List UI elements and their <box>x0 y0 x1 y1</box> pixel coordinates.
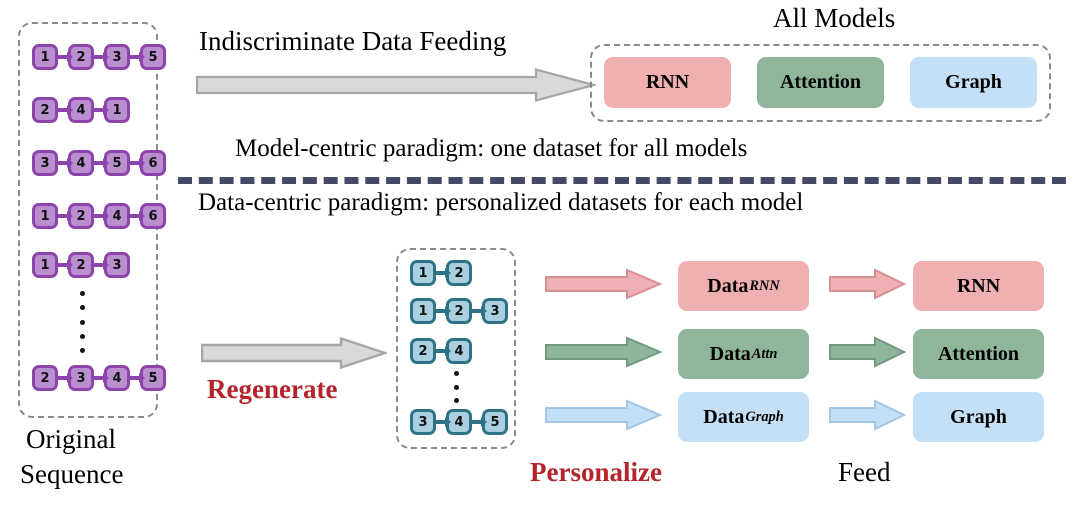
sequence-link-icon <box>58 108 68 112</box>
sequence-link-icon <box>472 420 482 424</box>
paradigm-divider <box>178 177 1066 184</box>
data-box-rnn[interactable]: Data RNN <box>678 261 809 311</box>
sequence-node: 1 <box>32 203 58 229</box>
regenerated-sequence-row: 2 4 <box>410 338 472 364</box>
sequence-link-icon <box>94 263 104 267</box>
original-sequence-row: 1 2 3 <box>32 252 130 278</box>
original-sequence-row: 1 2 3 5 <box>32 44 166 70</box>
sequence-link-icon <box>436 349 446 353</box>
sequence-node: 1 <box>410 260 436 286</box>
sequence-node: 2 <box>32 365 58 391</box>
data-box-subscript: Graph <box>745 408 784 425</box>
sequence-link-icon <box>94 55 104 59</box>
block-arrow-right-green-personalize-icon <box>545 336 662 368</box>
model-box-graph[interactable]: Graph <box>910 57 1037 108</box>
personalize-label: Personalize <box>530 457 662 487</box>
sequence-link-icon <box>94 161 104 165</box>
data-box-subscript: Attn <box>751 345 778 362</box>
data-centric-caption: Data-centric paradigm: personalized data… <box>198 189 804 216</box>
diagram-canvas: 1 2 3 5 2 4 1 3 4 5 6 1 2 4 6 1 2 3 2 3 … <box>0 0 1080 509</box>
sequence-node: 2 <box>32 97 58 123</box>
original-sequence-row: 2 3 4 5 <box>32 365 166 391</box>
sequence-link-icon <box>94 214 104 218</box>
feed-label: Feed <box>838 457 891 487</box>
block-arrow-right-blue-personalize-icon <box>545 399 662 431</box>
model-box-attention-bottom[interactable]: Attention <box>913 329 1044 379</box>
sequence-link-icon <box>130 161 140 165</box>
sequence-node: 3 <box>32 150 58 176</box>
sequence-node: 1 <box>32 252 58 278</box>
block-arrow-right-pink-feed-icon <box>829 268 906 300</box>
block-arrow-right-pink-personalize-icon <box>545 268 662 300</box>
all-models-title: All Models <box>773 3 896 33</box>
sequence-node: 1 <box>32 44 58 70</box>
sequence-link-icon <box>472 309 482 313</box>
data-box-graph[interactable]: Data Graph <box>678 392 809 442</box>
sequence-link-icon <box>58 263 68 267</box>
sequence-link-icon <box>94 108 104 112</box>
sequence-link-icon <box>130 376 140 380</box>
regenerated-sequence-row: 3 4 5 <box>410 409 508 435</box>
indiscriminate-feeding-label: Indiscriminate Data Feeding <box>199 26 507 56</box>
model-centric-caption: Model-centric paradigm: one dataset for … <box>235 135 748 162</box>
block-arrow-right-gray-icon <box>196 68 596 102</box>
sequence-link-icon <box>58 376 68 380</box>
vertical-ellipsis-icon <box>79 291 85 353</box>
original-sequence-row: 3 4 5 6 <box>32 150 166 176</box>
sequence-link-icon <box>130 55 140 59</box>
data-box-subscript: RNN <box>749 277 780 294</box>
original-sequence-caption-line2: Sequence <box>20 459 124 489</box>
data-box-label: Data <box>703 405 745 428</box>
sequence-link-icon <box>436 271 446 275</box>
sequence-link-icon <box>58 161 68 165</box>
block-arrow-right-gray-regenerate-icon <box>201 337 387 369</box>
data-box-label: Data <box>707 274 749 297</box>
sequence-link-icon <box>58 55 68 59</box>
sequence-node: 1 <box>410 298 436 324</box>
data-box-label: Data <box>709 342 751 365</box>
block-arrow-right-blue-feed-icon <box>829 399 906 431</box>
original-sequence-row: 2 4 1 <box>32 97 130 123</box>
sequence-link-icon <box>94 376 104 380</box>
vertical-ellipsis-icon <box>454 371 459 403</box>
regenerated-sequence-row: 1 2 <box>410 260 472 286</box>
sequence-link-icon <box>58 214 68 218</box>
block-arrow-right-green-feed-icon <box>829 336 906 368</box>
regenerated-sequence-row: 1 2 3 <box>410 298 508 324</box>
model-box-rnn-bottom[interactable]: RNN <box>913 261 1044 311</box>
sequence-node: 3 <box>410 409 436 435</box>
model-box-rnn[interactable]: RNN <box>604 57 731 108</box>
sequence-link-icon <box>436 309 446 313</box>
data-box-attention[interactable]: Data Attn <box>678 329 809 379</box>
model-box-attention[interactable]: Attention <box>757 57 884 108</box>
model-box-graph-bottom[interactable]: Graph <box>913 392 1044 442</box>
sequence-link-icon <box>436 420 446 424</box>
sequence-link-icon <box>130 214 140 218</box>
original-sequence-row: 1 2 4 6 <box>32 203 166 229</box>
sequence-node: 2 <box>410 338 436 364</box>
regenerate-label: Regenerate <box>207 374 338 404</box>
original-sequence-caption-line1: Original <box>26 424 116 454</box>
